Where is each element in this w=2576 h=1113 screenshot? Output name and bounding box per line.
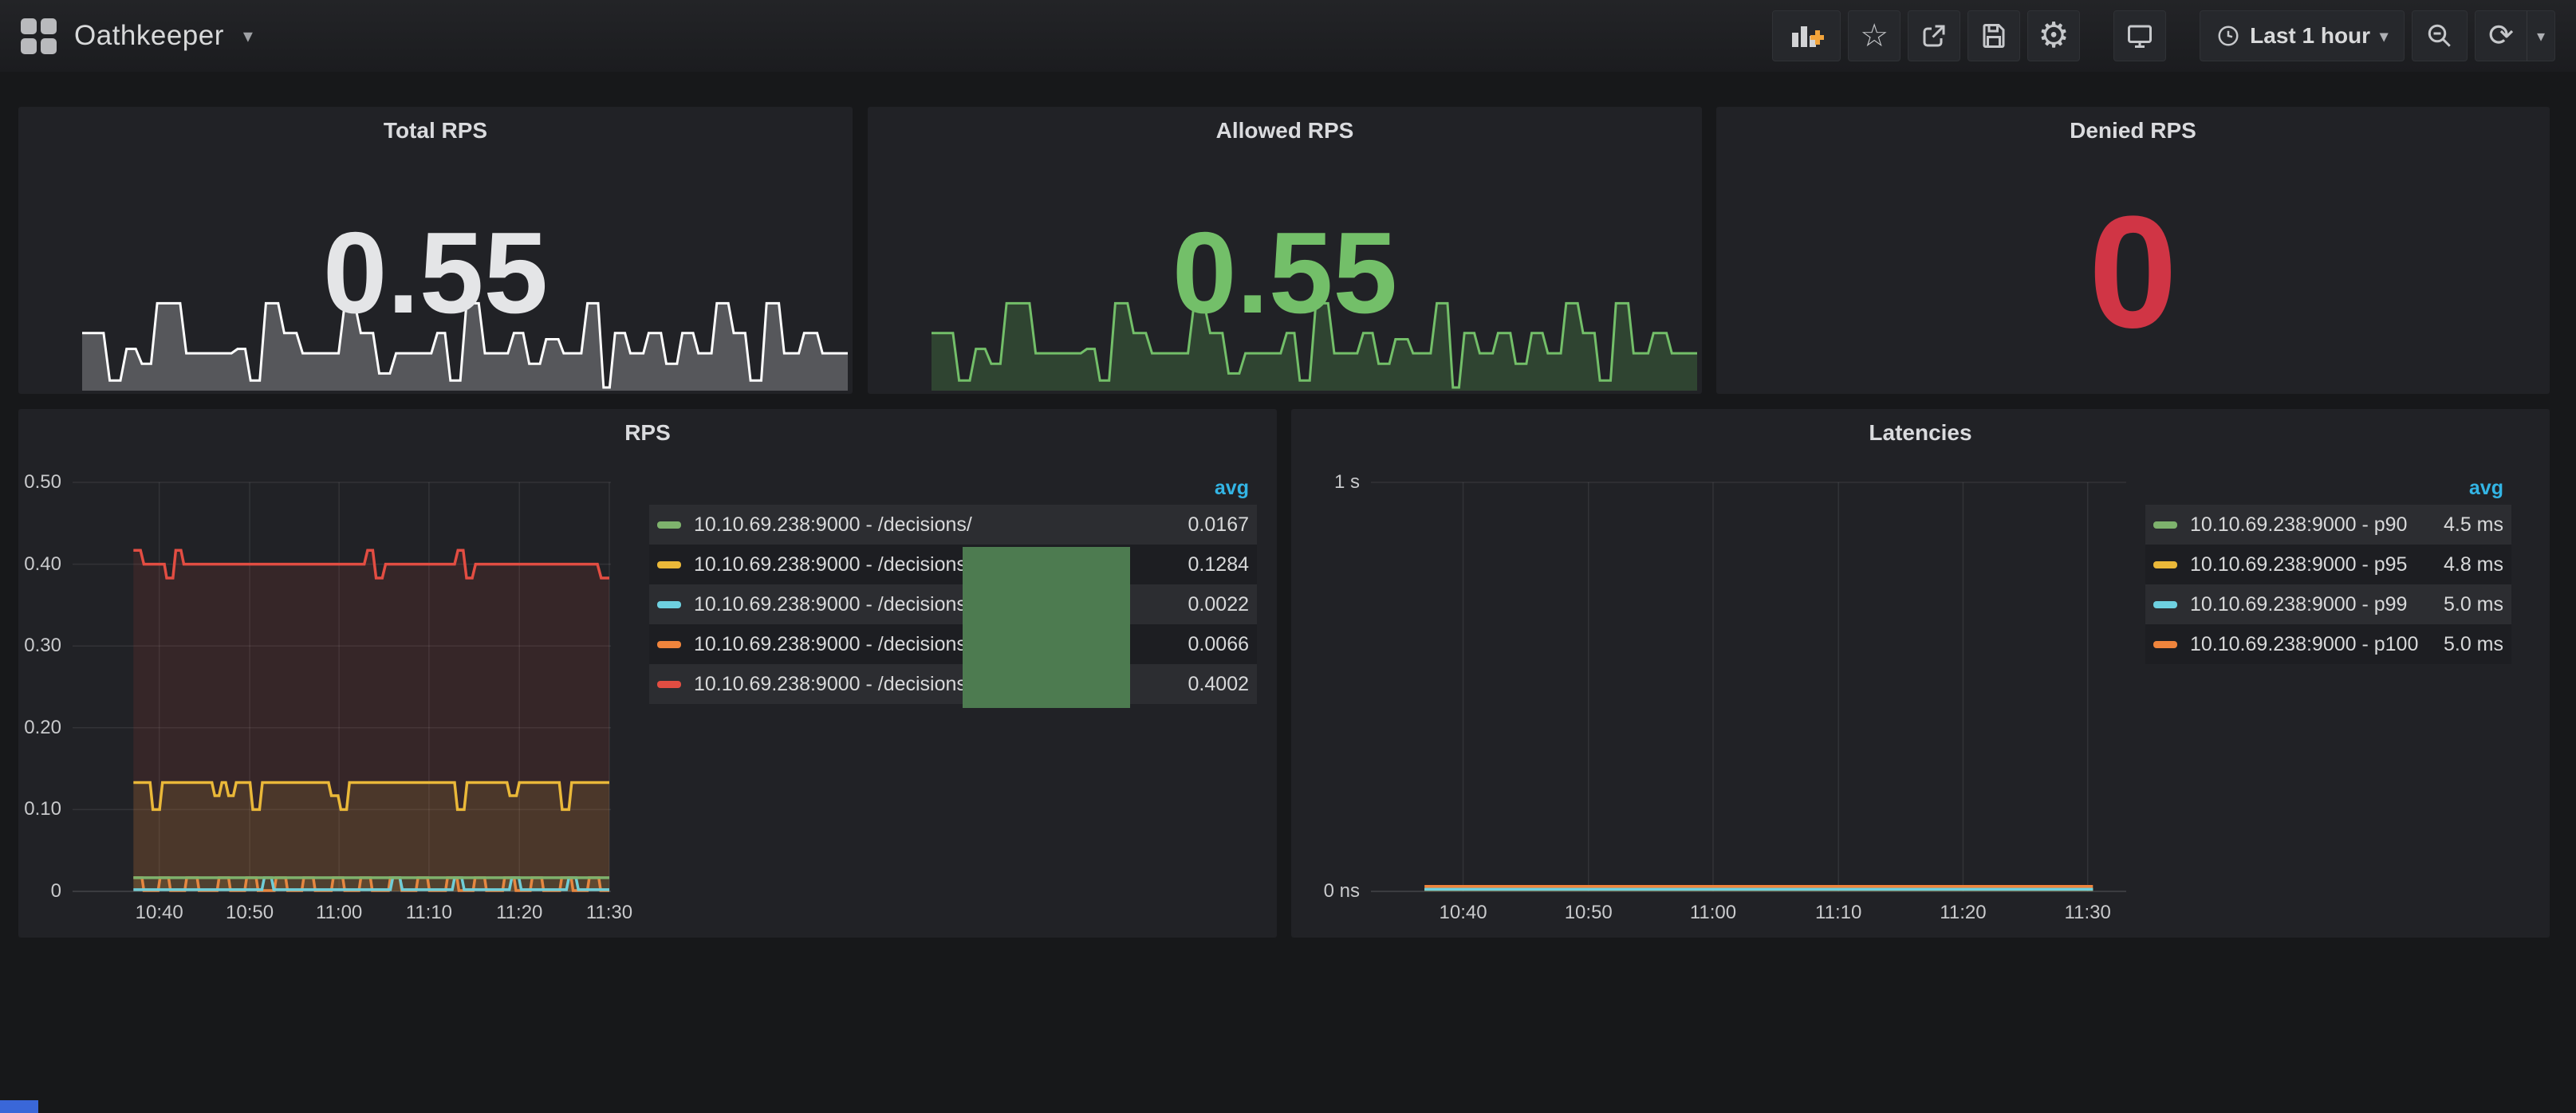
- panel-title[interactable]: Latencies: [1291, 420, 2550, 446]
- x-axis-tick-label: 11:30: [553, 903, 665, 923]
- latencies-plot-area[interactable]: [1371, 482, 2126, 891]
- legend-swatch[interactable]: [657, 641, 681, 648]
- legend-avg-value: 0.0066: [1188, 633, 1249, 656]
- legend-series-label[interactable]: 10.10.69.238:9000 - p100: [2190, 633, 2428, 656]
- clock-icon: [2216, 24, 2240, 48]
- monitor-icon: [2125, 22, 2154, 50]
- y-axis-tick-label: 1 s: [1291, 472, 1360, 493]
- y-axis-tick-label: 0.40: [18, 554, 61, 575]
- save-icon: [1979, 22, 2008, 50]
- x-axis-tick-label: 10:50: [1533, 903, 1644, 923]
- panel-denied-rps[interactable]: Denied RPS 0: [1716, 107, 2550, 394]
- settings-button[interactable]: ⚙: [2027, 10, 2080, 61]
- toolbar: ☆ ⚙ Last 1 hour: [1772, 10, 2555, 61]
- x-axis-tick-label: 10:40: [1408, 903, 1519, 923]
- x-axis-tick-label: 11:10: [1782, 903, 1894, 923]
- stat-value-allowed-rps: 0.55: [868, 215, 1702, 331]
- legend-avg-header[interactable]: avg: [2145, 471, 2511, 505]
- refresh-button-group: ⟳ ▾: [2475, 10, 2555, 61]
- legend-series-label[interactable]: 10.10.69.238:9000 - p90: [2190, 513, 2428, 537]
- legend-row[interactable]: 10.10.69.238:9000 - /decisions/0.1284: [649, 545, 1257, 584]
- legend-avg-value: 0.0022: [1188, 593, 1249, 616]
- x-axis-tick-label: 11:20: [1907, 903, 2019, 923]
- refresh-interval-dropdown[interactable]: ▾: [2527, 11, 2554, 61]
- star-button[interactable]: ☆: [1848, 10, 1900, 61]
- y-axis-tick-label: 0.10: [18, 799, 61, 820]
- stat-value-denied-rps: 0: [1716, 193, 2550, 352]
- panel-title[interactable]: Total RPS: [18, 118, 853, 144]
- dashboard-title[interactable]: Oathkeeper: [74, 20, 224, 52]
- legend-row[interactable]: 10.10.69.238:9000 - p95 4.8 ms: [2145, 545, 2511, 584]
- legend-swatch[interactable]: [2153, 601, 2177, 608]
- legend-swatch[interactable]: [657, 521, 681, 529]
- x-axis-tick-label: 11:30: [2032, 903, 2144, 923]
- rps-plot-area[interactable]: [73, 482, 611, 891]
- legend-swatch[interactable]: [2153, 561, 2177, 568]
- legend-avg-value: 5.0 ms: [2444, 633, 2503, 656]
- zoom-out-icon: [2425, 22, 2454, 50]
- time-range-picker[interactable]: Last 1 hour ▾: [2200, 10, 2405, 61]
- legend-avg-value: 4.5 ms: [2444, 513, 2503, 537]
- legend-series-label[interactable]: 10.10.69.238:9000 - /decisions/: [694, 513, 1172, 537]
- legend-swatch[interactable]: [657, 601, 681, 608]
- legend-swatch[interactable]: [2153, 521, 2177, 529]
- chevron-down-icon: ▾: [2537, 26, 2545, 46]
- dashboard-header: Oathkeeper ▾ ☆ ⚙: [0, 0, 2576, 72]
- share-button[interactable]: [1908, 10, 1960, 61]
- panel-title[interactable]: Denied RPS: [1716, 118, 2550, 144]
- y-axis-tick-label: 0 ns: [1291, 881, 1360, 902]
- legend-row[interactable]: 10.10.69.238:9000 - /decisions/0.4002: [649, 664, 1257, 704]
- chevron-down-icon: ▾: [243, 25, 253, 48]
- legend-row[interactable]: 10.10.69.238:9000 - /decisions/0.0022: [649, 584, 1257, 624]
- stat-value-total-rps: 0.55: [18, 215, 853, 331]
- star-icon: ☆: [1860, 20, 1889, 52]
- latencies-legend: avg10.10.69.238:9000 - p904.5 ms10.10.69…: [2145, 471, 2511, 664]
- dashboard-grid-icon[interactable]: [21, 18, 57, 54]
- share-icon: [1920, 22, 1948, 50]
- rps-legend: avg10.10.69.238:9000 - /decisions/0.0167…: [649, 471, 1257, 704]
- time-range-label: Last 1 hour: [2250, 23, 2370, 49]
- legend-row[interactable]: 10.10.69.238:9000 - p99 5.0 ms: [2145, 584, 2511, 624]
- chevron-down-icon: ▾: [2380, 26, 2388, 46]
- y-axis-tick-label: 0.30: [18, 635, 61, 656]
- legend-row[interactable]: 10.10.69.238:9000 - p90 4.5 ms: [2145, 505, 2511, 545]
- panel-latencies[interactable]: Latencies avg 10.10.69.238:9000 - p90 4.5 …: [1291, 409, 2550, 938]
- y-axis-tick-label: 0.50: [18, 472, 61, 493]
- legend-swatch[interactable]: [657, 681, 681, 688]
- legend-row[interactable]: 10.10.69.238:9000 - /decisions/0.0167: [649, 505, 1257, 545]
- panel-rps[interactable]: RPS avg10.10.69.238:9000 - /decisions/0.…: [18, 409, 1277, 938]
- gear-icon: ⚙: [2038, 18, 2069, 53]
- cycle-view-button[interactable]: [2113, 10, 2166, 61]
- add-panel-button[interactable]: [1772, 10, 1841, 61]
- legend-overlay-artifact: [963, 547, 1130, 708]
- refresh-button[interactable]: ⟳: [2476, 11, 2527, 61]
- legend-row[interactable]: 10.10.69.238:9000 - /decisions/0.0066: [649, 624, 1257, 664]
- legend-row[interactable]: 10.10.69.238:9000 - p100 5.0 ms: [2145, 624, 2511, 664]
- refresh-icon: ⟳: [2488, 21, 2514, 51]
- y-axis-tick-label: 0.20: [18, 718, 61, 738]
- legend-series-label[interactable]: 10.10.69.238:9000 - p95: [2190, 553, 2428, 576]
- legend-avg-value: 0.0167: [1188, 513, 1249, 537]
- legend-swatch[interactable]: [657, 561, 681, 568]
- corner-indicator: [0, 1100, 38, 1113]
- legend-avg-value: 0.4002: [1188, 673, 1249, 696]
- zoom-out-button[interactable]: [2412, 10, 2468, 61]
- legend-avg-value: 0.1284: [1188, 553, 1249, 576]
- legend-swatch[interactable]: [2153, 641, 2177, 648]
- panel-allowed-rps[interactable]: Allowed RPS 0.55: [868, 107, 1702, 394]
- dashboard-title-group[interactable]: Oathkeeper ▾: [21, 18, 253, 54]
- save-button[interactable]: [1967, 10, 2020, 61]
- legend-avg-value: 4.8 ms: [2444, 553, 2503, 576]
- panel-title[interactable]: RPS: [18, 420, 1277, 446]
- legend-series-label[interactable]: 10.10.69.238:9000 - p99: [2190, 593, 2428, 616]
- panel-title[interactable]: Allowed RPS: [868, 118, 1702, 144]
- legend-avg-header[interactable]: avg: [649, 471, 1257, 505]
- x-axis-tick-label: 11:00: [1657, 903, 1769, 923]
- legend-avg-value: 5.0 ms: [2444, 593, 2503, 616]
- y-axis-tick-label: 0: [18, 881, 61, 902]
- panel-total-rps[interactable]: Total RPS 0.55: [18, 107, 853, 394]
